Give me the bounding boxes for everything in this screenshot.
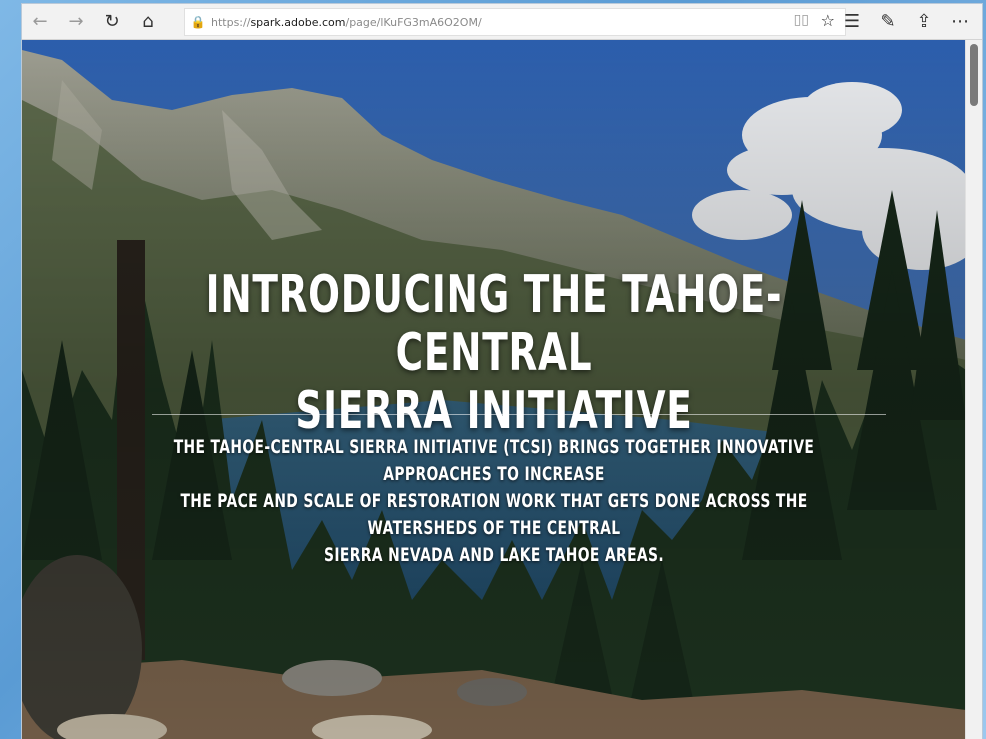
- browser-window: ← → ↻ ⌂ 🔒 https://spark.adobe.com/page/l…: [22, 4, 982, 739]
- vertical-scrollbar[interactable]: [965, 40, 982, 739]
- favorites-hub-icon[interactable]: ☰: [834, 6, 870, 36]
- url-path: /page/lKuFG3mA6O2OM/: [345, 15, 482, 29]
- url-text[interactable]: https://spark.adobe.com/page/lKuFG3mA6O2…: [211, 16, 482, 29]
- page-title-line-1: INTRODUCING THE TAHOE-CENTRAL: [205, 265, 783, 383]
- title-divider: [152, 414, 886, 415]
- page-content: INTRODUCING THE TAHOE-CENTRAL SIERRA INI…: [22, 40, 966, 739]
- url-host: spark.adobe.com: [250, 15, 346, 29]
- lock-icon: 🔒: [190, 15, 206, 29]
- subtitle-line-1: THE TAHOE-CENTRAL SIERRA INITIATIVE (TCS…: [173, 436, 815, 485]
- home-icon[interactable]: ⌂: [130, 7, 166, 37]
- toolbar-right-actions: ☰ ✎ ⇪ ⋯: [834, 6, 978, 36]
- address-bar[interactable]: 🔒 https://spark.adobe.com/page/lKuFG3mA6…: [184, 8, 846, 36]
- scrollbar-thumb[interactable]: [970, 44, 978, 106]
- browser-toolbar: ← → ↻ ⌂ 🔒 https://spark.adobe.com/page/l…: [22, 4, 982, 40]
- page-title-line-2: SIERRA INITIATIVE: [295, 381, 693, 441]
- favorite-star-icon[interactable]: ☆: [821, 11, 835, 30]
- back-icon[interactable]: ←: [22, 7, 58, 37]
- reading-view-icon[interactable]: ▯▯: [794, 12, 809, 28]
- forward-icon[interactable]: →: [58, 7, 94, 37]
- url-scheme: https://: [211, 15, 251, 29]
- refresh-icon[interactable]: ↻: [94, 7, 130, 37]
- subtitle-line-3: SIERRA NEVADA AND LAKE TAHOE AREAS.: [323, 544, 665, 566]
- notes-pen-icon[interactable]: ✎: [870, 6, 906, 36]
- page-subtitle: THE TAHOE-CENTRAL SIERRA INITIATIVE (TCS…: [149, 434, 838, 569]
- subtitle-line-2: THE PACE AND SCALE OF RESTORATION WORK T…: [180, 490, 808, 539]
- more-icon[interactable]: ⋯: [942, 6, 978, 36]
- share-icon[interactable]: ⇪: [906, 6, 942, 36]
